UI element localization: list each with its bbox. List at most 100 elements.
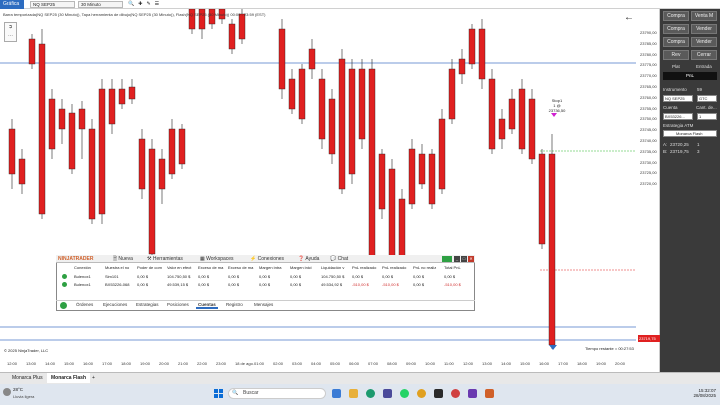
reverse-button[interactable]: Rev	[663, 50, 689, 60]
tab-ejecuciones[interactable]: Ejecuciones	[101, 301, 129, 309]
windows-start-icon[interactable]	[214, 389, 223, 398]
menu-ayuda[interactable]: ❓ Ayuda	[298, 255, 319, 263]
menu-workspaces[interactable]: ▦ Workspaces	[200, 255, 234, 263]
buy-market-button[interactable]: Compra	[663, 11, 689, 21]
bear-candle	[338, 58, 346, 190]
column-header[interactable]: Conexión	[74, 265, 91, 270]
chart-area[interactable]	[0, 9, 660, 372]
close-position-button[interactable]: Cerrar	[691, 50, 717, 60]
bear-candle	[358, 68, 366, 140]
sell-stop-button[interactable]: Vender	[691, 37, 717, 47]
app-icon[interactable]	[451, 389, 460, 398]
bear-candle	[128, 86, 136, 100]
menu-herramientas[interactable]: ⚒ Herramientas	[147, 255, 183, 263]
account-label: Cuenta	[663, 105, 678, 110]
tif-select[interactable]: GTC	[697, 95, 717, 102]
time-tick-label: 17:00	[102, 361, 113, 366]
workspace-tab-monarca-flash[interactable]: Monarca Flash	[47, 373, 91, 383]
sell-market-button[interactable]: Venta M	[691, 11, 717, 21]
table-cell: 0,00 $	[228, 274, 240, 279]
tab-posiciones[interactable]: Posiciones	[165, 301, 191, 309]
price-arrow-icon	[549, 345, 557, 350]
atm-select[interactable]: Monarca Flash	[663, 130, 717, 137]
tab-estrategias[interactable]: Estrategias	[134, 301, 161, 309]
column-header[interactable]: Muestra el no	[105, 265, 129, 270]
taskbar-clock[interactable]: 15:32:07 28/08/2025	[690, 388, 716, 398]
menu-conexiones[interactable]: ⚡ Conexiones	[250, 255, 284, 263]
quantity-stepper[interactable]: 1	[697, 113, 717, 120]
minimize-icon[interactable]: _	[454, 256, 460, 262]
table-cell: 0,00 $	[137, 274, 149, 279]
bear-candle	[498, 118, 506, 140]
interval-selector[interactable]: 30 Minuto	[78, 1, 123, 8]
candlestick-chart[interactable]	[0, 9, 660, 372]
column-header[interactable]: Liquidación v	[321, 265, 344, 270]
account-select[interactable]: BX53226...	[663, 113, 693, 120]
drawing-toolbox[interactable]: ➲ ⋯	[4, 22, 17, 42]
stop-order-label[interactable]: Stop1 1 @ 23736,50	[545, 98, 569, 113]
app-icon[interactable]	[383, 389, 392, 398]
add-workspace-button[interactable]: +	[88, 373, 99, 383]
menu-chat[interactable]: 💬 Chat	[330, 255, 348, 263]
column-header[interactable]: PnL realizado	[352, 265, 376, 270]
time-tick-label: 05:00	[330, 361, 341, 366]
tab-registro[interactable]: Registro	[224, 301, 245, 309]
column-header[interactable]: Total PnL	[444, 265, 461, 270]
column-header[interactable]: PnL no realiz	[413, 265, 436, 270]
tab-chart[interactable]: Gráfica	[0, 0, 24, 9]
workspace-tab-monarca-plus[interactable]: Monarca Plus	[8, 373, 47, 383]
column-header[interactable]: PnL realizado	[382, 265, 406, 270]
buy-stop-button[interactable]: Compra	[663, 37, 689, 47]
properties-icon[interactable]: ☰	[155, 1, 159, 8]
table-cell: 0,00 $	[413, 282, 425, 287]
app-icon[interactable]	[332, 389, 341, 398]
copyright-text: © 2025 NinjaTrader, LLC	[4, 348, 49, 353]
ninjatrader-icon[interactable]	[485, 389, 494, 398]
edge-icon[interactable]	[366, 389, 375, 398]
app-icon[interactable]	[434, 389, 443, 398]
table-cell: 0,00 $	[137, 282, 149, 287]
bid-qty: 3	[697, 149, 700, 154]
column-header[interactable]: Exceso de ma	[228, 265, 253, 270]
instrument-selector[interactable]: NQ SEP25	[30, 1, 75, 8]
column-header[interactable]: Margen inici	[290, 265, 312, 270]
taskbar-apps	[332, 388, 632, 399]
pencil-icon[interactable]: ✎	[146, 1, 150, 8]
bear-candle	[48, 98, 56, 150]
zoom-icon[interactable]: 🔍	[128, 1, 134, 8]
taskbar-search[interactable]: Buscar	[228, 388, 326, 399]
bear-candle	[68, 112, 76, 170]
instrument-select[interactable]: NQ SEP25	[663, 95, 693, 102]
chrome-icon[interactable]	[417, 389, 426, 398]
buy-limit-button[interactable]: Compra	[663, 24, 689, 34]
bear-candle	[438, 118, 446, 190]
entry-tab[interactable]: Entrada	[696, 64, 712, 69]
column-header[interactable]: Poder de com	[137, 265, 162, 270]
app-icon[interactable]	[468, 389, 477, 398]
time-tick-label: 14:00	[501, 361, 512, 366]
flat-tab[interactable]: Plat	[672, 64, 680, 69]
tab-órdenes[interactable]: Órdenes	[74, 301, 95, 309]
column-header[interactable]: Exceso de ma	[198, 265, 223, 270]
price-tick-label: 23735,00	[640, 148, 657, 154]
time-tick-label: 20:00	[615, 361, 626, 366]
close-icon[interactable]: ✕	[468, 256, 474, 262]
whatsapp-icon[interactable]	[400, 389, 409, 398]
back-arrow-icon[interactable]: ←	[624, 12, 634, 23]
menu-nueva[interactable]: 🗎 Nueva	[113, 255, 133, 263]
sell-limit-button[interactable]: Vender	[691, 24, 717, 34]
add-tab-icon[interactable]	[60, 302, 67, 309]
tab-cuentas[interactable]: Cuentas	[196, 301, 218, 309]
atm-label: Estrategia ATM	[663, 123, 694, 128]
table-cell: 0,00 $	[228, 282, 240, 287]
time-tick-label: 18:00	[577, 361, 588, 366]
chart-info-text: Barra temporizada(NQ SEP25 (30 Minuto)),…	[3, 12, 266, 17]
column-header[interactable]: Margen intra	[259, 265, 281, 270]
maximize-icon[interactable]: □	[461, 256, 467, 262]
bear-candle	[178, 128, 186, 165]
tab-mensajes[interactable]: Mensajes	[252, 301, 275, 309]
folder-icon[interactable]	[349, 389, 358, 398]
crosshair-icon[interactable]: ✚	[138, 1, 142, 8]
bear-candle	[28, 38, 36, 65]
column-header[interactable]: Valor en efect	[167, 265, 191, 270]
